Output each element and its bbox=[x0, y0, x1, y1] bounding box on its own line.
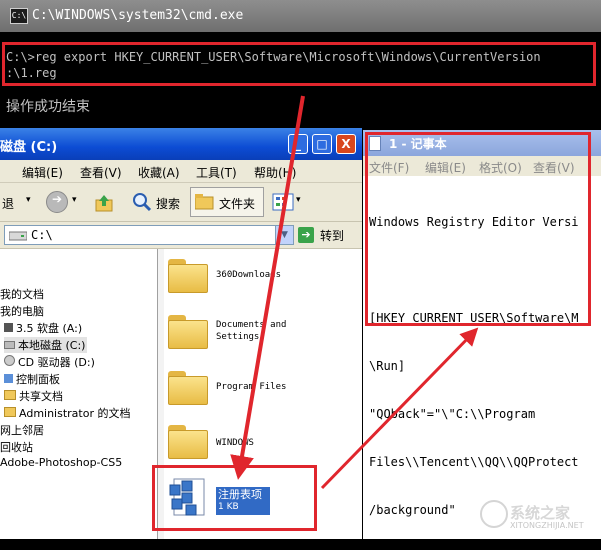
folders-icon bbox=[195, 194, 214, 210]
cmd-icon: C:\ bbox=[10, 8, 28, 24]
control-panel-icon bbox=[4, 374, 13, 383]
address-bar: C:\ ▼ ➔ 转到 bbox=[0, 222, 362, 249]
forward-button[interactable]: ➔ bbox=[46, 191, 68, 213]
watermark-subtext: XITONGZHIJIA.NET bbox=[510, 521, 584, 530]
tree-item-label: Adobe-Photoshop-CS5 bbox=[0, 456, 123, 469]
folder-tree: 我的文档 我的电脑 3.5 软盘 (A:) 本地磁盘 (C:) CD 驱动器 (… bbox=[0, 249, 158, 539]
menu-view[interactable]: 查看(V) bbox=[80, 164, 122, 181]
maximize-button[interactable]: □ bbox=[312, 134, 332, 154]
notepad-line: Files\\Tencent\\QQ\\QQProtect bbox=[369, 455, 579, 469]
menu-help[interactable]: 帮助(H) bbox=[254, 164, 296, 181]
back-button[interactable]: 退 bbox=[2, 195, 14, 212]
search-button[interactable]: 搜索 bbox=[156, 195, 180, 212]
tree-item-network[interactable]: 网上邻居 bbox=[0, 422, 44, 438]
tree-item-cd-drive[interactable]: CD 驱动器 (D:) bbox=[4, 354, 95, 370]
menu-edit[interactable]: 编辑(E) bbox=[22, 164, 63, 181]
file-label-program-files[interactable]: Program Files bbox=[216, 381, 286, 393]
file-label-windows[interactable]: WINDOWS bbox=[216, 437, 254, 449]
views-icon[interactable] bbox=[272, 193, 294, 211]
file-label-documents-and-settings[interactable]: Documents and Settings bbox=[216, 319, 306, 343]
folder-icon[interactable] bbox=[168, 371, 208, 405]
folder-icon[interactable] bbox=[168, 315, 208, 349]
notepad-highlight-box bbox=[365, 132, 591, 326]
drive-icon bbox=[9, 231, 27, 241]
tree-item-label: 网上邻居 bbox=[0, 424, 44, 437]
tree-item-label: 共享文档 bbox=[19, 390, 63, 403]
cmd-output-line: 操作成功结束 bbox=[6, 99, 90, 115]
views-dropdown-icon[interactable]: ▾ bbox=[296, 195, 301, 205]
folder-icon bbox=[4, 390, 16, 400]
tree-item-label: 控制面板 bbox=[16, 373, 60, 386]
file-label-360downloads[interactable]: 360Downloads bbox=[216, 269, 281, 281]
search-icon[interactable] bbox=[132, 192, 152, 212]
back-dropdown-icon[interactable]: ▾ bbox=[26, 195, 31, 205]
watermark-logo-icon bbox=[480, 500, 508, 528]
go-button[interactable]: ➔ 转到 bbox=[298, 225, 358, 245]
floppy-icon bbox=[4, 323, 13, 332]
address-input[interactable]: C:\ ▼ bbox=[4, 225, 294, 245]
cmd-window-title: C:\WINDOWS\system32\cmd.exe bbox=[32, 8, 244, 23]
tree-item-label: Administrator 的文档 bbox=[19, 407, 131, 420]
tree-item-shared-docs[interactable]: 共享文档 bbox=[4, 388, 63, 404]
tree-item-my-computer[interactable]: 我的电脑 bbox=[0, 303, 44, 319]
tree-item-local-disk-c[interactable]: 本地磁盘 (C:) bbox=[4, 337, 88, 353]
explorer-titlebar[interactable]: 磁盘 (C:) _ □ X bbox=[0, 128, 362, 160]
cd-icon bbox=[4, 355, 15, 366]
notepad-line: "QQback"="\"C:\\Program bbox=[369, 407, 536, 421]
tree-item-label: 3.5 软盘 (A:) bbox=[16, 322, 83, 335]
explorer-toolbar: 退 ▾ ➔ ▾ 搜索 文件夹 ▾ bbox=[0, 183, 362, 222]
tree-item-photoshop[interactable]: Adobe-Photoshop-CS5 bbox=[0, 456, 122, 469]
close-button[interactable]: X bbox=[336, 134, 356, 154]
menu-favorites[interactable]: 收藏(A) bbox=[138, 164, 180, 181]
cmd-highlight-box bbox=[2, 42, 596, 86]
go-label: 转到 bbox=[320, 229, 345, 243]
drive-icon bbox=[4, 341, 15, 349]
tree-item-label: 本地磁盘 (C:) bbox=[18, 339, 86, 352]
tree-item-label: CD 驱动器 (D:) bbox=[18, 356, 95, 369]
folders-label: 文件夹 bbox=[219, 197, 256, 211]
menu-tools[interactable]: 工具(T) bbox=[196, 164, 237, 181]
address-dropdown-icon[interactable]: ▼ bbox=[275, 226, 293, 244]
folder-icon[interactable] bbox=[168, 425, 208, 459]
tree-item-recycle-bin[interactable]: 回收站 bbox=[0, 439, 33, 455]
folder-icon[interactable] bbox=[168, 259, 208, 293]
minimize-button[interactable]: _ bbox=[288, 134, 308, 154]
explorer-window-title: 磁盘 (C:) bbox=[0, 140, 58, 155]
forward-dropdown-icon[interactable]: ▾ bbox=[72, 195, 77, 205]
tree-item-label: 我的文档 bbox=[0, 288, 44, 301]
folder-icon bbox=[4, 407, 16, 417]
tree-item-my-documents[interactable]: 我的文档 bbox=[0, 286, 44, 302]
tree-item-floppy[interactable]: 3.5 软盘 (A:) bbox=[4, 320, 82, 336]
folders-button[interactable]: 文件夹 bbox=[190, 187, 264, 217]
tree-item-admin-docs[interactable]: Administrator 的文档 bbox=[4, 405, 130, 421]
reg-file-highlight-box bbox=[152, 465, 317, 531]
cmd-titlebar[interactable]: C:\ C:\WINDOWS\system32\cmd.exe bbox=[0, 0, 601, 32]
explorer-menubar: 编辑(E) 查看(V) 收藏(A) 工具(T) 帮助(H) bbox=[0, 160, 362, 211]
watermark-text: 系统之家 bbox=[510, 504, 571, 522]
go-arrow-icon: ➔ bbox=[298, 227, 314, 243]
up-folder-icon[interactable] bbox=[94, 193, 114, 213]
address-value: C:\ bbox=[31, 228, 53, 242]
tree-item-control-panel[interactable]: 控制面板 bbox=[4, 371, 60, 387]
notepad-line: \Run] bbox=[369, 359, 406, 373]
tree-item-label: 我的电脑 bbox=[0, 305, 44, 318]
watermark: 系统之家 XITONGZHIJIA.NET bbox=[478, 496, 598, 534]
tree-item-label: 回收站 bbox=[0, 441, 33, 454]
